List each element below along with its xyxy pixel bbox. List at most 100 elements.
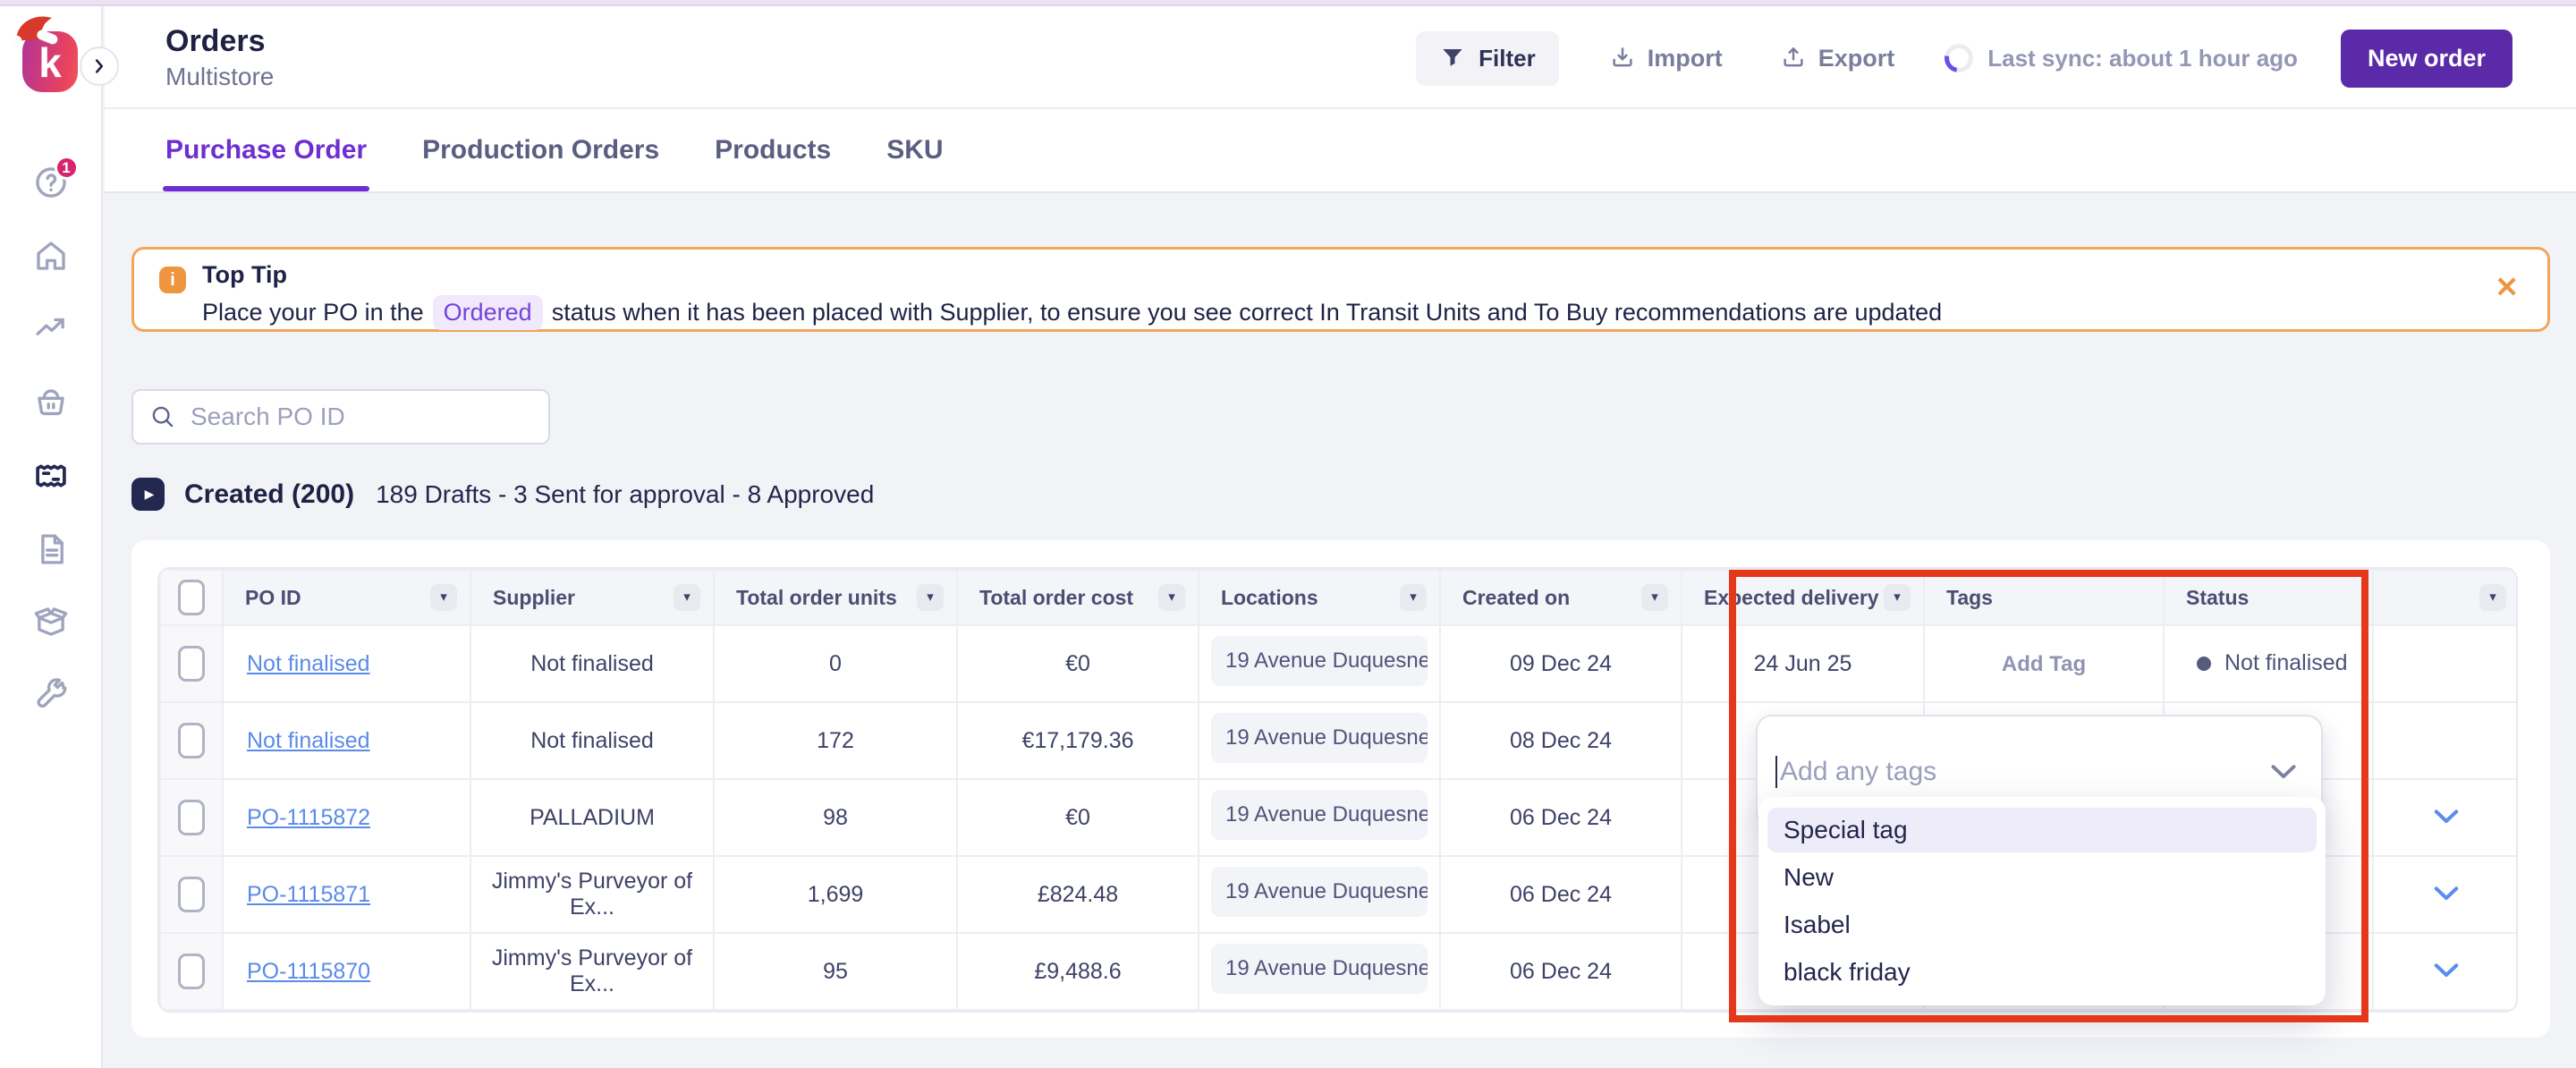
row-checkbox[interactable] [178,877,205,912]
cost-cell: €17,179.36 [957,702,1199,779]
locations-column-menu-button[interactable]: ▾ [1400,584,1427,611]
po-id-column-menu-button[interactable]: ▾ [430,584,457,611]
tab-purchase-order[interactable]: Purchase Order [165,109,367,191]
info-icon: i [159,267,186,293]
select-all-checkbox[interactable] [178,580,205,615]
units-cell: 95 [714,933,957,1010]
basket-icon [32,384,70,421]
sidebar-item-stock[interactable] [31,603,71,642]
sidebar-item-tools[interactable] [31,676,71,716]
search-icon [149,403,176,430]
po-id-link[interactable]: Not finalised [247,728,370,753]
created-section-header: ▶ Created (200) 189 Drafts - 3 Sent for … [131,478,2550,511]
column-header-cost: Total order cost▾ [957,570,1199,625]
po-id-link[interactable]: PO-1115871 [247,882,370,907]
import-label: Import [1648,45,1723,72]
sidebar-item-documents[interactable] [31,530,71,569]
purchase-orders-icon [32,457,70,495]
tab-production-orders[interactable]: Production Orders [422,109,659,191]
po-id-link[interactable]: Not finalised [247,651,370,676]
page-subtitle: Multistore [165,63,274,91]
app-logo-letter: k [38,42,62,83]
text-caret [1775,756,1777,788]
supplier-column-menu-button[interactable]: ▾ [674,584,700,611]
tag-editor-placeholder: Add any tags [1780,757,2269,787]
column-header-po-id: PO ID▾ [223,570,470,625]
filter-label: Filter [1479,45,1536,72]
sidebar-item-help[interactable]: 1 [31,163,71,202]
row-checkbox[interactable] [178,723,205,759]
row-checkbox[interactable] [178,954,205,989]
tag-option[interactable]: Special tag [1767,808,2317,852]
column-header-created-on: Created on▾ [1440,570,1682,625]
banner-text-block: Top Tip Place your PO in the Ordered sta… [202,261,1942,330]
export-button[interactable]: Export [1773,39,1902,78]
sync-status: Last sync: about 1 hour ago [1945,44,2298,72]
new-order-button[interactable]: New order [2341,30,2512,88]
document-icon [32,530,70,568]
filter-button[interactable]: Filter [1416,31,1559,86]
row-checkbox[interactable] [178,800,205,835]
created-on-cell: 06 Dec 24 [1440,856,1682,933]
actions-column-menu-button[interactable]: ▾ [2479,584,2506,611]
location-pill: 19 Avenue Duquesne [1211,713,1428,763]
column-header-status: Status [2164,570,2373,625]
supplier-cell: Jimmy's Purveyor of Ex... [470,856,714,933]
po-id-link[interactable]: PO-1115872 [247,805,370,830]
home-icon [32,237,70,275]
banner-close-button[interactable]: ✕ [2493,271,2521,303]
po-id-link[interactable]: PO-1115870 [247,959,370,984]
sidebar-item-orders[interactable] [31,456,71,496]
expected-delivery-cell: 24 Jun 25 [1682,625,1924,702]
supplier-cell: Not finalised [470,625,714,702]
row-checkbox[interactable] [178,646,205,682]
row-expand-chevron-icon[interactable] [2429,805,2463,831]
open-box-icon [32,604,70,641]
column-header-supplier: Supplier▾ [470,570,714,625]
sidebar-expand-button[interactable] [80,47,119,86]
created-on-cell: 06 Dec 24 [1440,779,1682,856]
section-title: Created (200) [184,479,354,510]
app-logo[interactable]: k [22,31,78,92]
tab-sku[interactable]: SKU [886,109,943,191]
banner-message: Place your PO in the Ordered status when… [202,295,1942,330]
row-expand-chevron-icon[interactable] [2429,882,2463,908]
created-on-column-menu-button[interactable]: ▾ [1641,584,1668,611]
sidebar-item-sales[interactable] [31,383,71,422]
wrench-icon [32,677,70,715]
logo-area: k [0,0,101,134]
row-expand-chevron-icon[interactable] [2429,959,2463,985]
collapse-section-button[interactable]: ▶ [131,478,165,511]
import-button[interactable]: Import [1602,39,1730,78]
cost-column-menu-button[interactable]: ▾ [1158,584,1185,611]
tag-option[interactable]: New [1767,855,2317,900]
topbar: Orders Multistore Filter Import Export [105,0,2576,109]
export-icon [1780,45,1807,72]
sidebar-item-insights[interactable] [31,309,71,349]
topbar-actions: Filter Import Export Last sync: about 1 … [1416,30,2512,88]
sidebar: k 1 [0,0,103,1068]
tag-option[interactable]: black friday [1767,950,2317,995]
cost-cell: €0 [957,779,1199,856]
units-column-menu-button[interactable]: ▾ [917,584,944,611]
tag-options-dropdown: Special tag New Isabel black friday [1758,797,2326,1005]
sidebar-item-home[interactable] [31,236,71,275]
page-title-block: Orders Multistore [165,24,274,91]
supplier-cell: PALLADIUM [470,779,714,856]
section-summary: 189 Drafts - 3 Sent for approval - 8 App… [376,480,874,509]
chevron-down-icon [2269,764,2298,780]
add-tag-button[interactable]: Add Tag [2002,652,2086,676]
tag-option[interactable]: Isabel [1767,903,2317,947]
supplier-cell: Not finalised [470,702,714,779]
banner-text-before: Place your PO in the [202,299,424,326]
trend-up-icon [32,310,70,348]
expected-delivery-column-menu-button[interactable]: ▾ [1884,584,1911,611]
tabs: Purchase Order Production Orders Product… [105,109,2576,193]
location-pill: 19 Avenue Duquesne... [1211,636,1428,686]
search-input[interactable] [189,402,532,432]
sidebar-nav: 1 [0,163,101,716]
cost-cell: £824.48 [957,856,1199,933]
tab-products[interactable]: Products [715,109,831,191]
column-header-actions: ▾ [2373,570,2518,625]
units-cell: 98 [714,779,957,856]
